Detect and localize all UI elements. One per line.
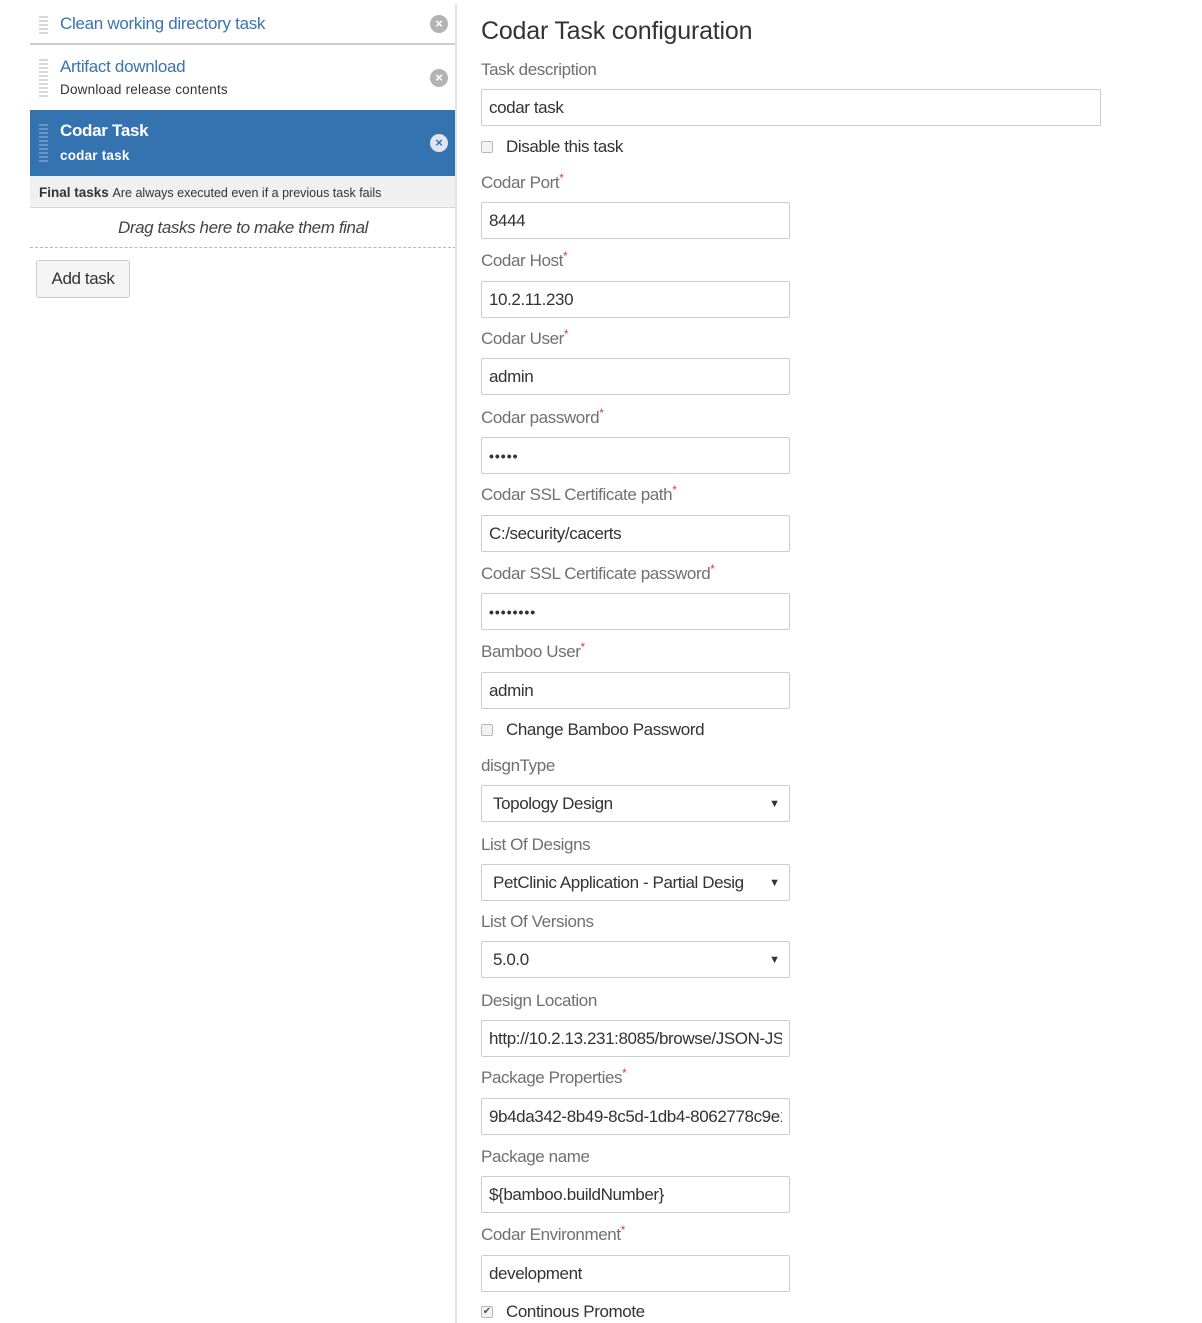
task-item-codar-task[interactable]: Codar Task codar task × xyxy=(30,110,456,176)
design-type-select[interactable]: Topology Design ▼ xyxy=(481,785,790,822)
package-properties-label: Package Properties* xyxy=(481,1066,627,1087)
checkbox-box[interactable] xyxy=(481,141,493,153)
task-title[interactable]: Codar Task xyxy=(60,121,149,141)
checkbox-label[interactable]: Disable this task xyxy=(506,137,623,157)
required-marker: * xyxy=(622,1066,627,1080)
package-properties-input[interactable] xyxy=(481,1098,790,1135)
required-marker: * xyxy=(563,327,569,341)
task-item-artifact-download[interactable]: Artifact download Download release conte… xyxy=(30,47,456,109)
chevron-down-icon: ▼ xyxy=(769,954,780,966)
task-title[interactable]: Artifact download xyxy=(60,57,186,77)
task-title[interactable]: Clean working directory task xyxy=(60,14,265,34)
codar-port-label: Codar Port* xyxy=(481,171,564,192)
codar-password-input[interactable] xyxy=(481,437,790,474)
select-value: 5.0.0 xyxy=(493,950,529,969)
required-marker: * xyxy=(710,562,715,576)
package-name-label: Package name xyxy=(481,1147,590,1166)
bamboo-user-input[interactable] xyxy=(481,672,790,709)
codar-host-input[interactable] xyxy=(481,281,790,318)
required-marker: * xyxy=(620,1223,626,1237)
final-tasks-label: Final tasks xyxy=(39,185,109,200)
list-of-versions-label: List Of Versions xyxy=(481,912,594,931)
codar-environment-input[interactable] xyxy=(481,1255,790,1292)
task-list-panel: Clean working directory task × Artifact … xyxy=(0,0,456,1323)
drag-handle-icon[interactable] xyxy=(39,124,48,164)
select-value: PetClinic Application - Partial Desig xyxy=(493,873,744,892)
final-tasks-header: Final tasks Are always executed even if … xyxy=(30,176,456,208)
task-subtitle: codar task xyxy=(60,148,130,163)
codar-environment-label: Codar Environment* xyxy=(481,1223,626,1244)
codar-user-input[interactable] xyxy=(481,358,790,395)
chevron-down-icon: ▼ xyxy=(769,798,780,810)
codar-password-label: Codar password* xyxy=(481,406,604,427)
list-of-versions-select[interactable]: 5.0.0 ▼ xyxy=(481,941,790,978)
task-description-input[interactable] xyxy=(481,89,1101,126)
design-location-label: Design Location xyxy=(481,991,597,1010)
check-icon[interactable]: ✔ xyxy=(481,1306,493,1318)
drag-handle-icon[interactable] xyxy=(39,16,48,36)
required-marker: * xyxy=(562,249,568,263)
bamboo-user-label: Bamboo User* xyxy=(481,640,586,661)
required-marker: * xyxy=(672,483,677,497)
ssl-cert-password-input[interactable] xyxy=(481,593,790,630)
delete-task-icon[interactable]: × xyxy=(430,15,448,33)
required-marker: * xyxy=(580,640,586,654)
codar-port-input[interactable] xyxy=(481,202,790,239)
checkbox-label[interactable]: Continous Promote xyxy=(506,1302,645,1322)
add-task-button[interactable]: Add task xyxy=(36,260,130,298)
checkbox-box[interactable] xyxy=(481,724,493,736)
ssl-cert-password-label: Codar SSL Certificate password* xyxy=(481,562,715,583)
required-marker: * xyxy=(559,171,564,185)
drag-handle-icon[interactable] xyxy=(39,59,48,99)
package-name-input[interactable] xyxy=(481,1176,790,1213)
page-title: Codar Task configuration xyxy=(481,17,753,45)
list-of-designs-label: List Of Designs xyxy=(481,835,591,854)
task-configuration-form: Codar Task configuration Task descriptio… xyxy=(457,0,1202,1323)
delete-task-icon[interactable]: × xyxy=(430,69,448,87)
task-item-clean-working-directory[interactable]: Clean working directory task × xyxy=(30,4,456,45)
task-subtitle: Download release contents xyxy=(60,82,228,97)
ssl-cert-path-label: Codar SSL Certificate path* xyxy=(481,483,677,504)
task-description-label: Task description xyxy=(481,60,597,79)
final-tasks-description: Are always executed even if a previous t… xyxy=(112,186,382,200)
delete-task-icon[interactable]: × xyxy=(430,134,448,152)
ssl-cert-path-input[interactable] xyxy=(481,515,790,552)
select-value: Topology Design xyxy=(493,794,613,813)
codar-user-label: Codar User* xyxy=(481,327,569,348)
design-type-label: disgnType xyxy=(481,756,555,775)
final-tasks-drop-zone[interactable]: Drag tasks here to make them final xyxy=(30,208,456,248)
required-marker: * xyxy=(599,406,604,420)
list-of-designs-select[interactable]: PetClinic Application - Partial Desig ▼ xyxy=(481,864,790,901)
design-location-input[interactable] xyxy=(481,1020,790,1057)
chevron-down-icon: ▼ xyxy=(769,877,780,889)
checkbox-label[interactable]: Change Bamboo Password xyxy=(506,720,705,740)
codar-host-label: Codar Host* xyxy=(481,249,568,270)
